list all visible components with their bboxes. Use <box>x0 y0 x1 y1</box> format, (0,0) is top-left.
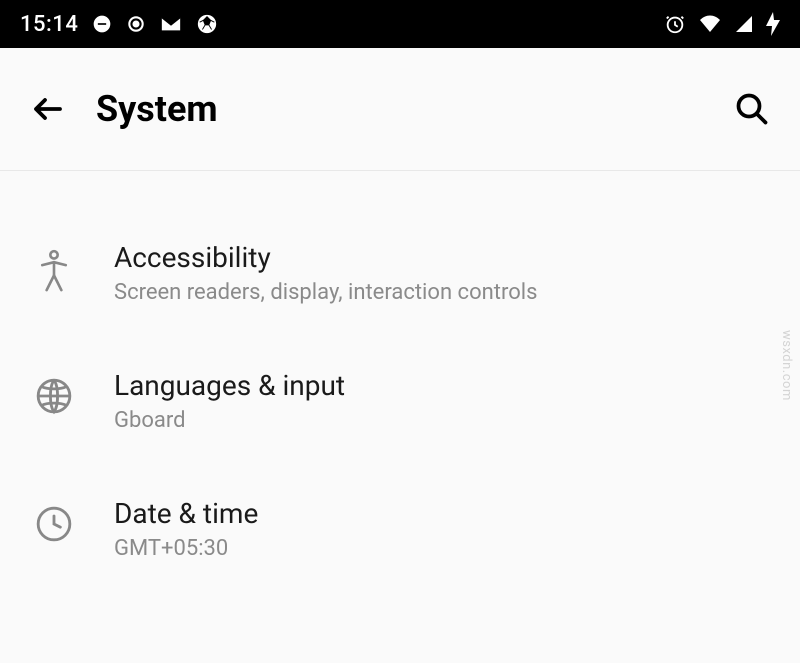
settings-text: Languages & input Gboard <box>114 369 770 437</box>
search-button[interactable] <box>734 91 770 127</box>
page-title: System <box>96 88 704 130</box>
settings-item-title: Date & time <box>114 497 770 530</box>
settings-item-title: Languages & input <box>114 369 770 402</box>
settings-item-subtitle: GMT+05:30 <box>114 534 770 565</box>
app-header: System <box>0 48 800 171</box>
globe-icon <box>30 369 78 415</box>
accessibility-icon <box>30 241 78 293</box>
wifi-icon <box>698 14 722 34</box>
alarm-icon <box>664 13 686 35</box>
status-time: 15:14 <box>20 12 78 37</box>
back-button[interactable] <box>30 91 66 127</box>
charging-icon <box>766 12 780 36</box>
watermark: wsxdn.com <box>779 330 794 401</box>
status-bar: 15:14 <box>0 0 800 48</box>
message-icon <box>92 14 112 34</box>
settings-text: Accessibility Screen readers, display, i… <box>114 241 770 309</box>
clock-icon <box>30 497 78 543</box>
settings-list: Accessibility Screen readers, display, i… <box>0 171 800 604</box>
circle-icon <box>126 14 146 34</box>
settings-item-title: Accessibility <box>114 241 770 274</box>
cellular-icon <box>734 14 754 34</box>
soccer-icon <box>196 13 218 35</box>
settings-item-subtitle: Gboard <box>114 406 770 437</box>
settings-item-accessibility[interactable]: Accessibility Screen readers, display, i… <box>0 221 800 349</box>
settings-item-subtitle: Screen readers, display, interaction con… <box>114 278 770 309</box>
settings-item-datetime[interactable]: Date & time GMT+05:30 <box>0 477 800 605</box>
settings-text: Date & time GMT+05:30 <box>114 497 770 565</box>
status-right <box>664 12 780 36</box>
status-left: 15:14 <box>20 12 218 37</box>
settings-item-languages[interactable]: Languages & input Gboard <box>0 349 800 477</box>
gmail-icon <box>160 15 182 33</box>
